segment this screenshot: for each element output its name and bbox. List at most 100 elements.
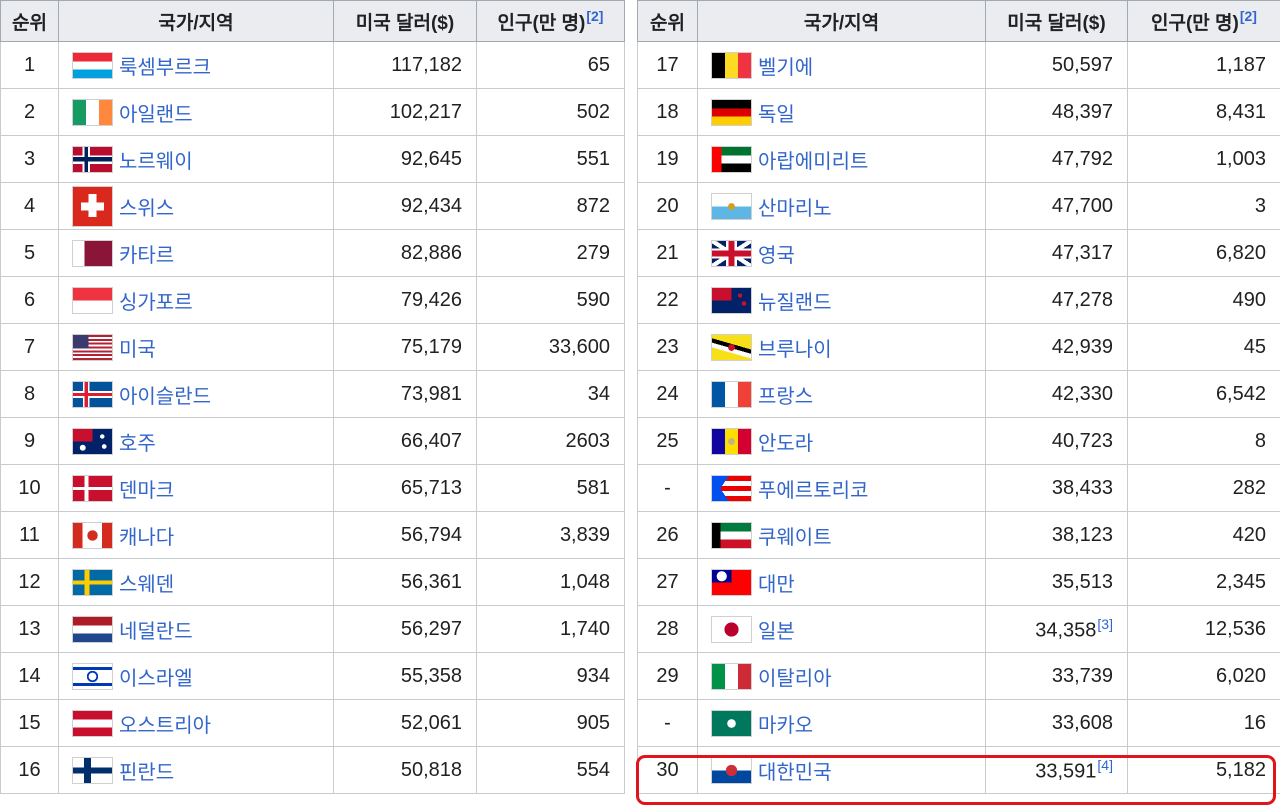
flag-nl-icon[interactable] [72,615,113,643]
country-link[interactable]: 노르웨이 [119,151,193,173]
rank-cell: 21 [637,229,698,277]
rank-cell: 14 [0,652,59,700]
header-country[interactable]: 국가/지역 [58,0,334,42]
flag-ie-icon[interactable] [72,98,113,126]
country-link[interactable]: 캐나다 [119,527,174,549]
header-usd[interactable]: 미국 달러($) [333,0,477,42]
country-link[interactable]: 네덜란드 [119,621,193,643]
header-population-ref[interactable]: [2] [1240,8,1257,24]
country-cell: 캐나다 [58,511,334,559]
header-rank[interactable]: 순위 [637,0,698,42]
rank-cell: 3 [0,135,59,183]
country-link[interactable]: 푸에르토리코 [758,480,868,502]
flag-nz-icon[interactable] [711,286,752,314]
flag-us-icon[interactable] [72,333,113,361]
population-cell: 1,003 [1127,135,1280,183]
country-link[interactable]: 덴마크 [119,480,174,502]
flag-bn-icon[interactable] [711,333,752,361]
rank-cell: 15 [0,699,59,747]
header-population[interactable]: 인구(만 명)[2] [476,0,625,42]
country-link[interactable]: 미국 [119,339,156,361]
country-cell: 프랑스 [697,370,986,418]
country-link[interactable]: 독일 [758,104,795,126]
country-cell: 일본 [697,605,986,653]
table-row: 23 브루나이 42,939 45 [637,323,1280,371]
country-link[interactable]: 싱가포르 [119,292,193,314]
country-link[interactable]: 쿠웨이트 [758,527,832,549]
country-link[interactable]: 이스라엘 [119,668,193,690]
country-link[interactable]: 뉴질랜드 [758,292,832,314]
flag-sg-icon[interactable] [72,286,113,314]
header-population[interactable]: 인구(만 명)[2] [1127,0,1280,42]
flag-au-icon[interactable] [72,427,113,455]
flag-jp-icon[interactable] [711,615,752,643]
country-link[interactable]: 프랑스 [758,386,813,408]
header-usd[interactable]: 미국 달러($) [985,0,1128,42]
country-link[interactable]: 스웨덴 [119,574,174,596]
flag-lu-icon[interactable] [72,51,113,79]
country-link[interactable]: 아이슬란드 [119,386,211,408]
country-cell: 아일랜드 [58,88,334,136]
header-population-ref[interactable]: [2] [586,8,603,24]
usd-cell: 82,886 [333,229,477,277]
usd-value: 102,217 [389,100,462,123]
header-country[interactable]: 국가/지역 [697,0,986,42]
flag-pr-icon[interactable] [711,474,752,502]
flag-no-icon[interactable] [72,145,113,173]
flag-be-icon[interactable] [711,51,752,79]
usd-reference-link[interactable]: [3] [1097,616,1113,632]
flag-il-icon[interactable] [72,662,113,690]
flag-is-icon[interactable] [72,380,113,408]
flag-se-icon[interactable] [72,568,113,596]
population-cell: 16 [1127,699,1280,747]
flag-mo-icon[interactable] [711,709,752,737]
usd-value: 82,886 [400,241,462,264]
country-cell: 싱가포르 [58,276,334,324]
country-link[interactable]: 핀란드 [119,762,174,784]
country-link[interactable]: 일본 [758,621,795,643]
country-link[interactable]: 산마리노 [758,198,832,220]
country-link[interactable]: 스위스 [119,198,174,220]
country-cell: 벨기에 [697,41,986,89]
left-table-panel: 순위 국가/지역 미국 달러($) 인구(만 명)[2] 1 룩셈부르크 117,1… [0,0,625,794]
usd-cell: 79,426 [333,276,477,324]
flag-sm-icon[interactable] [711,192,752,220]
flag-fr-icon[interactable] [711,380,752,408]
flag-ad-icon[interactable] [711,427,752,455]
country-link[interactable]: 마카오 [758,715,813,737]
flag-qa-icon[interactable] [72,239,113,267]
country-link[interactable]: 대만 [758,574,795,596]
country-link[interactable]: 이탈리아 [758,668,832,690]
table-row: 12 스웨덴 56,361 1,048 [0,558,625,606]
country-link[interactable]: 영국 [758,245,795,267]
country-cell: 카타르 [58,229,334,277]
flag-gb-icon[interactable] [711,239,752,267]
flag-ch-icon[interactable] [72,185,113,227]
flag-it-icon[interactable] [711,662,752,690]
country-link[interactable]: 카타르 [119,245,174,267]
usd-value: 117,182 [391,53,462,76]
usd-value: 47,278 [1051,288,1113,311]
table-header-row: 순위 국가/지역 미국 달러($) 인구(만 명)[2] [637,0,1280,42]
flag-kw-icon[interactable] [711,521,752,549]
country-link[interactable]: 벨기에 [758,57,813,79]
country-link[interactable]: 브루나이 [758,339,832,361]
flag-de-icon[interactable] [711,98,752,126]
usd-cell: 38,433 [985,464,1128,512]
country-link[interactable]: 아일랜드 [119,104,193,126]
flag-fi-icon[interactable] [72,756,113,784]
table-row: 2 아일랜드 102,217 502 [0,88,625,136]
country-cell: 브루나이 [697,323,986,371]
header-rank[interactable]: 순위 [0,0,59,42]
flag-tw-icon[interactable] [711,568,752,596]
country-link[interactable]: 룩셈부르크 [119,57,211,79]
country-link[interactable]: 호주 [119,433,156,455]
flag-at-icon[interactable] [72,709,113,737]
flag-ca-icon[interactable] [72,521,113,549]
flag-ae-icon[interactable] [711,145,752,173]
country-link[interactable]: 안도라 [758,433,813,455]
flag-dk-icon[interactable] [72,474,113,502]
right-table-panel: 순위 국가/지역 미국 달러($) 인구(만 명)[2] 17 벨기에 50,597… [637,0,1280,794]
country-link[interactable]: 아랍에미리트 [758,151,868,173]
country-link[interactable]: 오스트리아 [119,715,211,737]
